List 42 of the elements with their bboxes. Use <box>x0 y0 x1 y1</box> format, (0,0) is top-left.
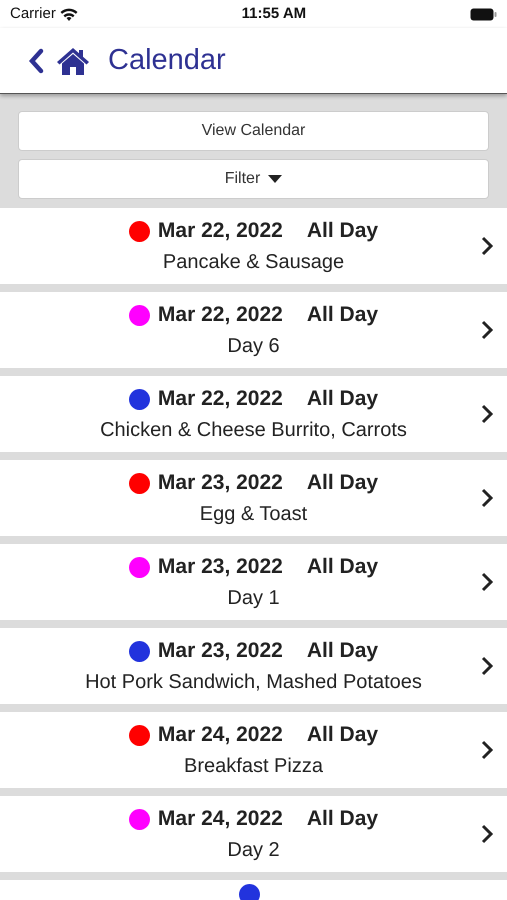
page-title: Calendar <box>108 42 226 78</box>
event-time: All Day <box>306 302 378 328</box>
event-title: Pancake & Sausage <box>162 250 344 275</box>
chevron-icon <box>481 824 493 844</box>
event-date: Mar 22, 2022 <box>158 302 283 328</box>
event-date: Mar 23, 2022 <box>158 638 283 664</box>
event-date: Mar 22, 2022 <box>158 218 283 244</box>
caret-icon <box>268 175 282 183</box>
carrier-label: Carrier <box>10 4 56 24</box>
event-date: Mar 23, 2022 <box>158 470 283 496</box>
event-title: Day 2 <box>227 838 280 863</box>
event-time: All Day <box>306 638 378 664</box>
event-title: Egg & Toast <box>200 502 308 527</box>
view-calendar-button[interactable]: View Calendar <box>18 111 489 151</box>
chevron-icon <box>481 404 493 424</box>
chevron-icon <box>481 656 493 676</box>
event-title: Day 6 <box>227 334 280 359</box>
event-date: Mar 24, 2022 <box>158 806 283 832</box>
event-title: Breakfast Pizza <box>184 754 323 779</box>
event-title: Hot Pork Sandwich, Mashed Potatoes <box>85 670 422 695</box>
chevron-icon <box>481 572 493 592</box>
home-icon[interactable] <box>56 46 90 74</box>
event-date: Mar 24, 2022 <box>158 722 283 748</box>
battery-icon <box>470 8 497 20</box>
back-icon[interactable] <box>28 48 44 74</box>
chevron-icon <box>481 740 493 760</box>
event-time: All Day <box>306 554 378 580</box>
event-time: All Day <box>306 218 378 244</box>
event-time: All Day <box>306 722 378 748</box>
event-date: Mar 22, 2022 <box>158 386 283 412</box>
event-time: All Day <box>306 806 378 832</box>
chevron-icon <box>481 320 493 340</box>
event-date: Mar 23, 2022 <box>158 554 283 580</box>
event-time: All Day <box>306 470 378 496</box>
clock: 11:55 AM <box>242 4 306 24</box>
chevron-icon <box>481 488 493 508</box>
wifi-icon <box>60 8 78 20</box>
event-title: Day 1 <box>227 586 280 611</box>
event-title: Chicken & Cheese Burrito, Carrots <box>100 418 407 443</box>
event-time: All Day <box>306 386 378 412</box>
filter-button[interactable]: Filter <box>18 159 489 199</box>
chevron-icon <box>481 236 493 256</box>
